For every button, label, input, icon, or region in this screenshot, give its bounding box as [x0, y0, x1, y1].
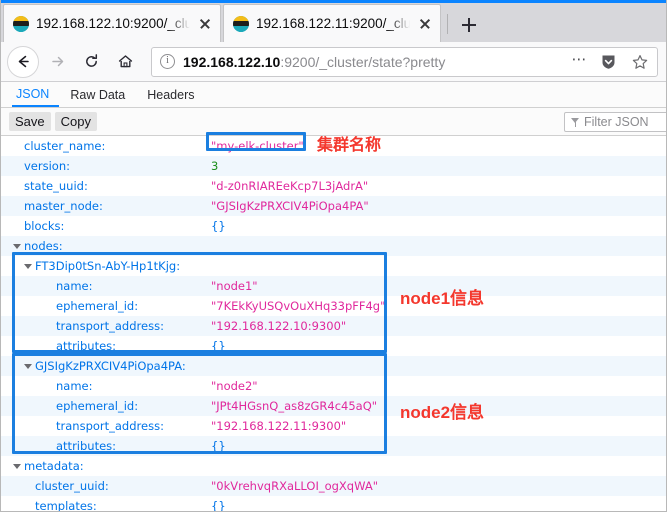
json-row[interactable]: metadata: [1, 456, 666, 476]
json-key: transport_address: [56, 319, 164, 333]
json-key: GJSIgKzPRXCIV4PiOpa4PA: [35, 359, 186, 373]
ellipsis-icon[interactable]: ⋯ [572, 52, 589, 69]
json-row[interactable]: cluster_name: "my-elk-cluster" [1, 136, 666, 156]
json-value: {} [211, 339, 226, 353]
json-value: "GJSIgKzPRXCIV4PiOpa4PA" [211, 199, 369, 213]
filter-icon [571, 117, 580, 127]
json-row[interactable]: ephemeral_id: "7KEkKyUSQvOuXHq33pFF4g" [1, 296, 666, 316]
json-key: ephemeral_id: [56, 299, 139, 313]
tab-separator [447, 14, 448, 34]
json-key: cluster_name: [24, 139, 106, 153]
tab-strip: 192.168.122.10:9200/_clu 192.168.122.11:… [1, 0, 666, 42]
browser-tab-1[interactable]: 192.168.122.10:9200/_clu [3, 4, 221, 42]
json-key: metadata: [24, 459, 84, 473]
filter-json-placeholder: Filter JSON [584, 115, 649, 129]
copy-button[interactable]: Copy [54, 112, 97, 131]
json-viewer-tabs: JSON Raw Data Headers [1, 82, 666, 108]
json-row[interactable]: cluster_uuid: "0kVrehvqRXaLLOI_ogXqWA" [1, 476, 666, 496]
json-key: templates: [35, 499, 97, 512]
json-key: nodes: [24, 239, 63, 253]
json-value: "node1" [211, 279, 258, 293]
json-key: ephemeral_id: [56, 399, 139, 413]
json-value: "192.168.122.11:9300" [211, 419, 347, 433]
expand-collapse-triangle-icon[interactable] [13, 464, 21, 469]
json-value: "192.168.122.10:9300" [211, 319, 347, 333]
tab-raw-data[interactable]: Raw Data [59, 82, 136, 107]
json-key: blocks: [24, 219, 65, 233]
json-row[interactable]: transport_address: "192.168.122.11:9300" [1, 416, 666, 436]
json-value: "d-z0nRIAREeKcp7L3jAdrA" [211, 179, 369, 193]
expand-collapse-triangle-icon[interactable] [13, 244, 21, 249]
json-viewer-actions: Save Copy Filter JSON [1, 108, 666, 136]
json-value: "JPt4HGsnQ_as8zGR4c45aQ" [211, 399, 378, 413]
json-key: FT3Dip0tSn-AbY-Hp1tKjg: [35, 259, 181, 273]
filter-json-input[interactable]: Filter JSON [564, 112, 666, 132]
close-tab-icon[interactable] [417, 16, 433, 32]
tab-title: 192.168.122.11:9200/_clu [256, 16, 410, 31]
tab-headers-label: Headers [147, 87, 195, 102]
json-key: name: [56, 279, 93, 293]
new-tab-icon[interactable] [454, 8, 484, 42]
json-row[interactable]: name: "node2" [1, 376, 666, 396]
shield-icon[interactable] [596, 54, 621, 70]
json-key: attributes: [56, 339, 117, 353]
tab-headers[interactable]: Headers [136, 82, 205, 107]
json-key: version: [24, 159, 70, 173]
json-key: master_node: [24, 199, 103, 213]
json-key: cluster_uuid: [35, 479, 109, 493]
json-value: {} [211, 439, 226, 453]
json-value: 3 [211, 159, 219, 173]
tab-json-label: JSON [16, 86, 50, 101]
back-icon[interactable] [7, 45, 39, 78]
json-value: "node2" [211, 379, 258, 393]
json-value: "7KEkKyUSQvOuXHq33pFF4g" [211, 299, 386, 313]
tab-title: 192.168.122.10:9200/_clu [36, 16, 190, 31]
json-key: name: [56, 379, 93, 393]
json-row[interactable]: GJSIgKzPRXCIV4PiOpa4PA: [1, 356, 666, 376]
json-value: {} [211, 219, 226, 233]
json-value: "0kVrehvqRXaLLOI_ogXqWA" [211, 479, 379, 493]
expand-collapse-triangle-icon[interactable] [24, 264, 32, 269]
json-row[interactable]: version: 3 [1, 156, 666, 176]
save-button[interactable]: Save [9, 112, 51, 131]
elasticsearch-favicon-icon [233, 15, 249, 32]
close-tab-icon[interactable] [197, 16, 213, 32]
json-row[interactable]: attributes: {} [1, 336, 666, 356]
url-text: 192.168.122.10:9200/_cluster/state?prett… [183, 54, 564, 70]
forward-icon[interactable] [41, 46, 73, 78]
json-row[interactable]: nodes: [1, 236, 666, 256]
json-row[interactable]: FT3Dip0tSn-AbY-Hp1tKjg: [1, 256, 666, 276]
browser-window: 192.168.122.10:9200/_clu 192.168.122.11:… [0, 0, 667, 512]
browser-tab-2[interactable]: 192.168.122.11:9200/_clu [223, 4, 441, 42]
json-row[interactable]: state_uuid: "d-z0nRIAREeKcp7L3jAdrA" [1, 176, 666, 196]
tab-json[interactable]: JSON [12, 82, 60, 107]
json-value: {} [211, 499, 226, 512]
navigation-toolbar: i 192.168.122.10:9200/_cluster/state?pre… [1, 42, 666, 82]
address-bar[interactable]: i 192.168.122.10:9200/_cluster/state?pre… [151, 46, 658, 77]
json-key: transport_address: [56, 419, 164, 433]
json-row[interactable]: attributes: {} [1, 436, 666, 456]
json-row[interactable]: ephemeral_id: "JPt4HGsnQ_as8zGR4c45aQ" [1, 396, 666, 416]
json-row[interactable]: name: "node1" [1, 276, 666, 296]
json-value: "my-elk-cluster" [211, 139, 304, 153]
json-row[interactable]: transport_address: "192.168.122.10:9300" [1, 316, 666, 336]
json-row[interactable]: templates: {} [1, 496, 666, 512]
star-icon[interactable] [629, 54, 651, 70]
page-info-icon[interactable]: i [160, 54, 175, 69]
url-host: 192.168.122.10 [183, 53, 281, 70]
json-row[interactable]: blocks: {} [1, 216, 666, 236]
json-key: state_uuid: [24, 179, 88, 193]
json-row[interactable]: master_node: "GJSIgKzPRXCIV4PiOpa4PA" [1, 196, 666, 216]
reload-icon[interactable] [75, 46, 107, 78]
expand-collapse-triangle-icon[interactable] [24, 364, 32, 369]
home-icon[interactable] [109, 46, 141, 78]
url-path: :9200/_cluster/state?pretty [280, 53, 446, 70]
elasticsearch-favicon-icon [13, 15, 29, 32]
json-content-pane[interactable]: cluster_name: "my-elk-cluster" version: 3 st… [1, 136, 666, 512]
json-key: attributes: [56, 439, 117, 453]
tab-raw-data-label: Raw Data [70, 87, 126, 102]
